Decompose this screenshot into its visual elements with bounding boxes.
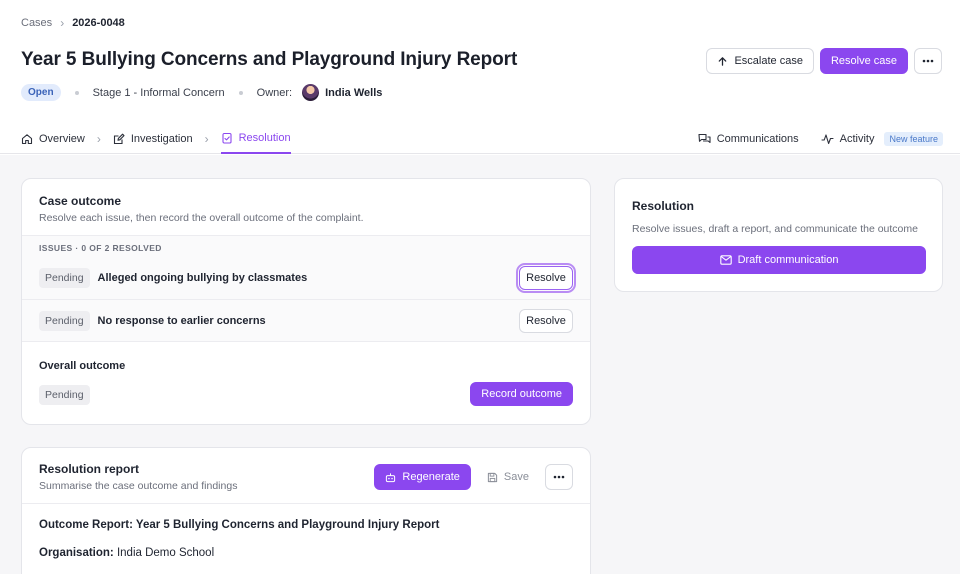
avatar bbox=[302, 84, 320, 101]
tab-resolution-label: Resolution bbox=[238, 132, 291, 144]
resolution-panel: Resolution Resolve issues, draft a repor… bbox=[614, 178, 943, 292]
edit-icon bbox=[113, 133, 125, 145]
case-outcome-header: Case outcome Resolve each issue, then re… bbox=[22, 179, 590, 235]
case-outcome-card: Case outcome Resolve each issue, then re… bbox=[21, 178, 591, 425]
overall-outcome-title: Overall outcome bbox=[39, 360, 126, 372]
resolution-panel-description: Resolve issues, draft a report, and comm… bbox=[632, 223, 918, 235]
report-body[interactable]: Outcome Report: Year 5 Bullying Concerns… bbox=[22, 504, 590, 574]
draft-communication-button[interactable]: Draft communication bbox=[632, 246, 926, 274]
tab-overview-label: Overview bbox=[39, 133, 85, 145]
more-horizontal-icon bbox=[553, 475, 565, 479]
more-options-button[interactable] bbox=[914, 48, 942, 74]
new-feature-badge: New feature bbox=[884, 132, 943, 146]
checklist-icon bbox=[221, 132, 233, 144]
home-icon bbox=[21, 133, 33, 145]
draft-communication-label: Draft communication bbox=[737, 254, 839, 266]
issue-text: Alleged ongoing bullying by classmates bbox=[97, 272, 308, 284]
sparkle-bot-icon bbox=[385, 472, 396, 483]
header-actions: Escalate case Resolve case bbox=[706, 48, 942, 74]
chevron-right-icon: › bbox=[60, 16, 65, 30]
stage-label: Stage 1 - Informal Concern bbox=[92, 86, 225, 99]
overall-outcome-section: Overall outcome Pending Record outcome bbox=[22, 341, 590, 424]
report-heading: Outcome Report: Year 5 Bullying Concerns… bbox=[39, 519, 440, 531]
owner-name[interactable]: India Wells bbox=[325, 87, 382, 99]
case-outcome-title: Case outcome bbox=[39, 194, 122, 208]
issue-text: No response to earlier concerns bbox=[97, 314, 266, 327]
chat-icon bbox=[698, 133, 711, 145]
tab-communications-label: Communications bbox=[716, 133, 799, 145]
issue-row: Pending No response to earlier concerns … bbox=[22, 299, 590, 341]
breadcrumb: Cases › 2026-0048 bbox=[21, 16, 125, 30]
record-outcome-button[interactable]: Record outcome bbox=[470, 382, 573, 406]
case-tabs: Overview › Investigation › Resolution bbox=[21, 124, 291, 154]
regenerate-button[interactable]: Regenerate bbox=[374, 464, 471, 490]
issue-row: Pending Alleged ongoing bullying by clas… bbox=[22, 257, 590, 299]
save-icon bbox=[487, 472, 498, 483]
meta-separator bbox=[74, 90, 79, 95]
meta-separator bbox=[238, 90, 243, 95]
save-button[interactable]: Save bbox=[477, 464, 539, 490]
page-title: Year 5 Bullying Concerns and Playground … bbox=[21, 49, 518, 70]
main-content: Case outcome Resolve each issue, then re… bbox=[0, 155, 960, 574]
more-horizontal-icon bbox=[922, 59, 934, 63]
organisation-value: India Demo School bbox=[116, 547, 215, 559]
chevron-right-icon: › bbox=[96, 132, 101, 146]
resolution-report-header: Resolution report Summarise the case out… bbox=[22, 448, 590, 504]
case-meta: Open Stage 1 - Informal Concern Owner: I… bbox=[21, 84, 382, 101]
resolve-issue-button[interactable]: Resolve bbox=[516, 263, 576, 293]
report-actions: Regenerate Save bbox=[374, 464, 573, 490]
secondary-tabs: Communications Activity New feature bbox=[698, 124, 943, 154]
resolve-case-button[interactable]: Resolve case bbox=[819, 48, 908, 74]
case-outcome-subtitle: Resolve each issue, then record the over… bbox=[39, 212, 364, 224]
page-header: Cases › 2026-0048 Year 5 Bullying Concer… bbox=[0, 0, 960, 154]
resolution-panel-title: Resolution bbox=[632, 199, 694, 213]
tab-investigation-label: Investigation bbox=[130, 133, 193, 145]
escalate-case-button[interactable]: Escalate case bbox=[706, 48, 814, 74]
save-label: Save bbox=[503, 471, 529, 483]
mail-icon bbox=[719, 255, 732, 265]
overall-status-badge: Pending bbox=[39, 385, 90, 405]
report-more-button[interactable] bbox=[545, 464, 573, 490]
tab-communications[interactable]: Communications bbox=[698, 124, 799, 154]
tab-activity[interactable]: Activity New feature bbox=[821, 124, 943, 154]
report-organisation-line: Organisation: India Demo School bbox=[39, 547, 573, 559]
organisation-label: Organisation: bbox=[39, 547, 114, 559]
breadcrumb-current: 2026-0048 bbox=[72, 17, 125, 29]
tab-resolution[interactable]: Resolution bbox=[220, 124, 291, 154]
owner-label: Owner: bbox=[256, 86, 293, 99]
status-badge: Open bbox=[21, 84, 61, 101]
escalate-case-label: Escalate case bbox=[734, 55, 803, 67]
breadcrumb-cases-link[interactable]: Cases bbox=[21, 17, 52, 29]
regenerate-label: Regenerate bbox=[402, 471, 460, 483]
activity-icon bbox=[821, 133, 834, 145]
chevron-right-icon: › bbox=[204, 132, 209, 146]
tab-activity-label: Activity bbox=[839, 133, 875, 145]
issue-status-badge: Pending bbox=[39, 268, 90, 288]
issues-count-label: ISSUES · 0 OF 2 RESOLVED bbox=[22, 235, 590, 257]
issue-status-badge: Pending bbox=[39, 310, 90, 331]
tab-overview[interactable]: Overview bbox=[21, 124, 85, 154]
resolve-issue-button[interactable]: Resolve bbox=[519, 308, 573, 333]
arrow-up-icon bbox=[717, 56, 728, 67]
tab-investigation[interactable]: Investigation bbox=[113, 124, 193, 154]
resolution-report-card: Resolution report Summarise the case out… bbox=[21, 447, 591, 574]
